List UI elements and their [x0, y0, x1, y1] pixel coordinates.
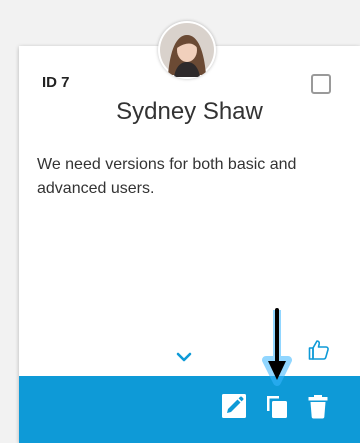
card-description: We need versions for both basic and adva…	[37, 156, 297, 197]
select-checkbox[interactable]	[311, 74, 331, 94]
thumbs-up-icon[interactable]	[307, 338, 331, 362]
copy-icon[interactable]	[263, 392, 291, 420]
trash-icon[interactable]	[304, 392, 332, 420]
card-id: ID 7	[42, 74, 70, 91]
card-name: Sydney Shaw	[116, 98, 263, 125]
avatar	[158, 21, 216, 79]
chevron-down-icon[interactable]	[175, 350, 193, 364]
pencil-icon[interactable]	[220, 392, 248, 420]
